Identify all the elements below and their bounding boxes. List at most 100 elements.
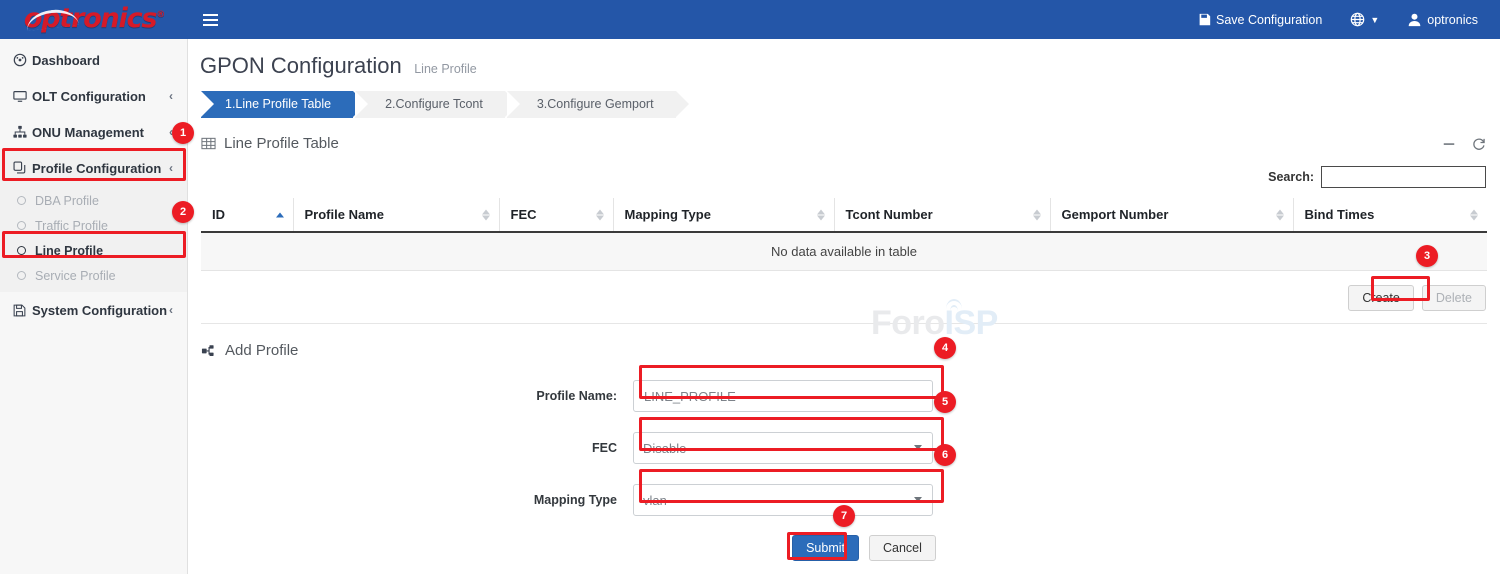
panel-tools (1442, 137, 1486, 151)
sort-arrows-icon (1276, 208, 1284, 221)
column-label: FEC (511, 207, 537, 222)
fec-label: FEC (188, 441, 633, 455)
sidebar-item-label: Traffic Profile (35, 219, 108, 233)
profile-name-control (633, 380, 933, 412)
sidebar-item-profile-configuration[interactable]: Profile Configuration ‹ (0, 150, 187, 186)
user-menu[interactable]: optronics (1393, 0, 1500, 39)
chevron-left-icon: ‹ (169, 161, 173, 175)
column-header-id[interactable]: ID (201, 198, 293, 232)
sidebar-item-label: OLT Configuration (32, 89, 169, 104)
save-configuration-label: Save Configuration (1216, 13, 1322, 27)
column-header-tcont-number[interactable]: Tcont Number (834, 198, 1050, 232)
table-header: ID Profile Name FEC Mapping Type (201, 198, 1487, 232)
monitor-icon (13, 89, 32, 103)
section-divider (201, 323, 1487, 324)
save-configuration-button[interactable]: Save Configuration (1184, 0, 1336, 39)
sitemap-icon (13, 125, 32, 139)
user-name-label: optronics (1427, 13, 1478, 27)
chevron-left-icon: ‹ (169, 303, 173, 317)
column-header-bind-times[interactable]: Bind Times (1293, 198, 1487, 232)
main-content: GPON Configuration Line Profile 1.Line P… (188, 39, 1500, 574)
brand-name: optronics (24, 3, 156, 34)
sidebar-item-label: Service Profile (35, 269, 116, 283)
form-row-profile-name: Profile Name: (188, 379, 1500, 413)
sort-arrows-icon (1033, 208, 1041, 221)
hamburger-menu-icon[interactable] (193, 0, 227, 39)
form-action-buttons: Submit Cancel (188, 535, 1500, 561)
add-profile-title: Add Profile (225, 342, 298, 359)
radio-circle-icon (17, 271, 26, 280)
minus-icon[interactable] (1442, 137, 1456, 151)
chevron-down-icon: ▼ (1370, 15, 1379, 25)
brand-registered-mark: ® (156, 10, 164, 20)
annotation-badge-3: 3 (1416, 245, 1438, 267)
sidebar-item-onu-management[interactable]: ONU Management ‹ (0, 114, 187, 150)
annotation-badge-2: 2 (172, 201, 194, 223)
save-icon (1198, 13, 1211, 26)
globe-icon (1350, 12, 1365, 27)
panel-header: Line Profile Table (201, 135, 1486, 152)
refresh-icon[interactable] (1472, 137, 1486, 151)
table-empty-message: No data available in table (201, 232, 1487, 271)
fec-select[interactable]: Disable (633, 432, 933, 464)
annotation-badge-6: 6 (934, 444, 956, 466)
add-profile-form: Profile Name: FEC Disable Mappin (188, 379, 1500, 561)
user-avatar-icon (1407, 12, 1422, 27)
dashboard-icon (13, 53, 32, 67)
table-empty-row: No data available in table (201, 232, 1487, 271)
cancel-button[interactable]: Cancel (869, 535, 936, 561)
table-icon (201, 136, 216, 151)
sidebar-item-label: System Configuration (32, 303, 169, 318)
sidebar-item-line-profile[interactable]: Line Profile (0, 238, 187, 263)
line-profile-table: ID Profile Name FEC Mapping Type (201, 198, 1487, 271)
copy-icon (13, 161, 32, 175)
panel-title: Line Profile Table (224, 135, 339, 152)
column-header-mapping-type[interactable]: Mapping Type (613, 198, 834, 232)
table-header-row: ID Profile Name FEC Mapping Type (201, 198, 1487, 232)
search-input[interactable] (1321, 166, 1486, 188)
sidebar-item-dashboard[interactable]: Dashboard (0, 42, 187, 78)
column-header-fec[interactable]: FEC (499, 198, 613, 232)
create-button[interactable]: Create (1348, 285, 1414, 311)
sidebar-submenu-profile-configuration: DBA Profile Traffic Profile Line Profile… (0, 186, 187, 292)
annotation-badge-1: 1 (172, 122, 194, 144)
mapping-type-select[interactable]: vlan (633, 484, 933, 516)
sidebar-item-label: Dashboard (32, 53, 173, 68)
step-line-profile-table[interactable]: 1.Line Profile Table (201, 91, 353, 118)
radio-circle-icon (17, 221, 26, 230)
column-label: Mapping Type (625, 207, 711, 222)
save-icon (13, 304, 32, 317)
brand-logo[interactable]: optronics® (0, 0, 188, 39)
submit-button[interactable]: Submit (792, 535, 859, 561)
mapping-type-control: vlan (633, 484, 933, 516)
sidebar-item-service-profile[interactable]: Service Profile (0, 263, 187, 288)
sort-arrows-icon (596, 208, 604, 221)
step-configure-tcont[interactable]: 2.Configure Tcont (355, 91, 505, 118)
sidebar-item-label: ONU Management (32, 125, 169, 140)
add-profile-header: Add Profile (201, 342, 1500, 359)
sidebar-item-traffic-profile[interactable]: Traffic Profile (0, 213, 187, 238)
chevron-left-icon: ‹ (169, 89, 173, 103)
form-row-fec: FEC Disable (188, 431, 1500, 465)
column-label: ID (212, 207, 225, 222)
wizard-steps: 1.Line Profile Table 2.Configure Tcont 3… (201, 91, 1500, 118)
sort-arrows-icon (482, 208, 490, 221)
sort-arrows-icon (276, 211, 284, 218)
column-header-gemport-number[interactable]: Gemport Number (1050, 198, 1293, 232)
panel-title-group: Line Profile Table (201, 135, 339, 152)
annotation-badge-7: 7 (833, 505, 855, 527)
sitemap-icon (201, 343, 216, 358)
column-header-profile-name[interactable]: Profile Name (293, 198, 499, 232)
language-selector[interactable]: ▼ (1336, 0, 1393, 39)
sidebar-item-dba-profile[interactable]: DBA Profile (0, 188, 187, 213)
profile-name-input[interactable] (633, 380, 933, 412)
annotation-badge-4: 4 (934, 337, 956, 359)
sort-arrows-icon (1470, 208, 1478, 221)
page-header: GPON Configuration Line Profile (188, 39, 1500, 79)
page-title: GPON Configuration (200, 53, 402, 78)
step-configure-gemport[interactable]: 3.Configure Gemport (507, 91, 676, 118)
sidebar-item-olt-configuration[interactable]: OLT Configuration ‹ (0, 78, 187, 114)
app-root: optronics® Save Configuration ▼ (0, 0, 1500, 574)
search-label: Search: (1268, 170, 1314, 184)
sidebar-item-system-configuration[interactable]: System Configuration ‹ (0, 292, 187, 328)
